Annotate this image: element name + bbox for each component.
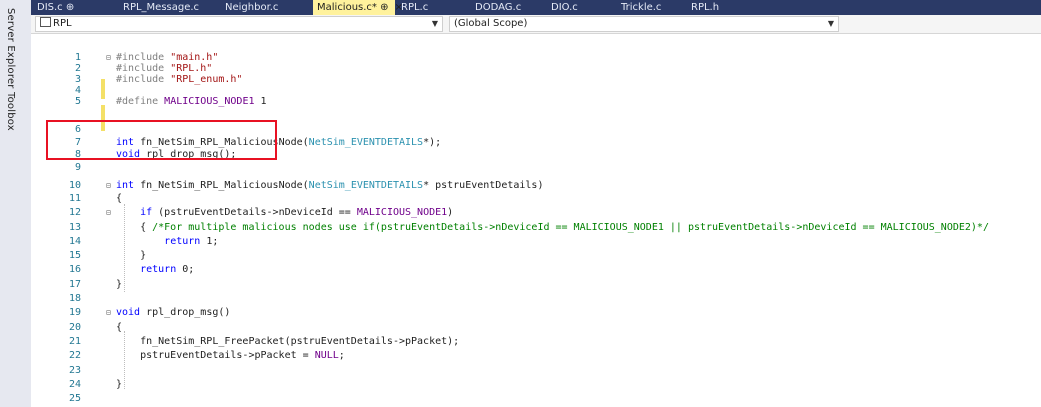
code-line: { /*For multiple malicious nodes use if(… [116, 222, 989, 233]
code-line: void rpl_drop_msg() [116, 307, 231, 318]
scope-dropdown[interactable]: (Global Scope) ▼ [449, 16, 839, 32]
highlight-box [46, 120, 277, 160]
project-label: RPL [53, 18, 72, 29]
tab-rpl-c[interactable]: RPL.c [397, 0, 469, 15]
pin-icon[interactable]: ⊕ [380, 2, 388, 13]
line-number: 9 [74, 162, 81, 173]
change-indicator [101, 79, 105, 99]
line-number: 3 [74, 74, 81, 85]
code-line: } [116, 250, 147, 261]
line-number: 24 [68, 379, 81, 390]
tab-dio-c[interactable]: DIO.c [547, 0, 615, 15]
document-tabs: DIS.c ⊕ RPL_Message.c Neighbor.c Malicio… [31, 0, 1041, 15]
project-dropdown[interactable]: RPL ▼ [35, 16, 443, 32]
line-number: 4 [74, 85, 81, 96]
line-number: 16 [68, 264, 81, 275]
tab-trickle-c[interactable]: Trickle.c [617, 0, 685, 15]
line-number: 5 [74, 96, 81, 107]
line-number: 13 [68, 222, 81, 233]
line-number: 2 [74, 63, 81, 74]
line-number: 25 [68, 393, 81, 404]
code-line: { [116, 193, 123, 204]
line-number: 20 [68, 322, 81, 333]
line-number: 19 [68, 307, 81, 318]
server-explorer-tab[interactable]: Server Explorer [5, 8, 16, 89]
line-number: 22 [68, 350, 81, 361]
indent-guide [124, 204, 125, 292]
scope-label: (Global Scope) [454, 18, 528, 29]
line-number: 15 [68, 250, 81, 261]
line-number: 1 [74, 52, 81, 63]
code-line: #include "RPL.h" [116, 63, 213, 74]
line-number: 18 [68, 293, 81, 304]
collapse-icon[interactable]: ⊟ [106, 308, 111, 317]
line-number: 12 [68, 207, 81, 218]
indent-guide [124, 331, 125, 389]
project-icon [40, 17, 51, 27]
chevron-down-icon: ▼ [827, 19, 834, 28]
code-line: return 1; [164, 236, 219, 247]
code-line: #define MALICIOUS_NODE1 1 [116, 96, 267, 107]
tab-malicious-c[interactable]: Malicious.c* ⊕ × [313, 0, 403, 15]
pin-icon[interactable]: ⊕ [66, 2, 74, 13]
code-line: } [116, 379, 123, 390]
chevron-down-icon: ▼ [431, 19, 438, 28]
toolbox-tab[interactable]: Toolbox [5, 92, 16, 131]
code-line: { [116, 322, 123, 333]
code-line: int fn_NetSim_RPL_MaliciousNode(NetSim_E… [116, 180, 544, 191]
tab-dis-c[interactable]: DIS.c ⊕ [33, 0, 117, 15]
line-number: 17 [68, 279, 81, 290]
tab-rpl-message-c[interactable]: RPL_Message.c [119, 0, 219, 15]
line-number: 11 [68, 193, 81, 204]
code-line: #include "RPL_enum.h" [116, 74, 243, 85]
tab-rpl-h[interactable]: RPL.h [687, 0, 767, 15]
code-line: pstruEventDetails->pPacket = NULL; [116, 350, 345, 361]
line-number: 23 [68, 365, 81, 376]
code-line: } [116, 279, 123, 290]
tab-label: DIS.c [37, 2, 63, 13]
tab-dodag-c[interactable]: DODAG.c [471, 0, 545, 15]
line-number: 10 [68, 180, 81, 191]
code-line: if (pstruEventDetails->nDeviceId == MALI… [140, 207, 454, 218]
code-line: fn_NetSim_RPL_FreePacket(pstruEventDetai… [116, 336, 460, 347]
collapse-icon[interactable]: ⊟ [106, 208, 111, 217]
code-line: return 0; [140, 264, 195, 275]
navigation-bar: RPL ▼ (Global Scope) ▼ [31, 15, 1041, 34]
collapse-icon[interactable]: ⊟ [106, 53, 111, 62]
line-number: 21 [68, 336, 81, 347]
collapse-icon[interactable]: ⊟ [106, 181, 111, 190]
tab-neighbor-c[interactable]: Neighbor.c [221, 0, 311, 15]
line-number: 14 [68, 236, 81, 247]
code-line: #include "main.h" [116, 52, 219, 63]
tab-label: Malicious.c* [317, 2, 377, 13]
